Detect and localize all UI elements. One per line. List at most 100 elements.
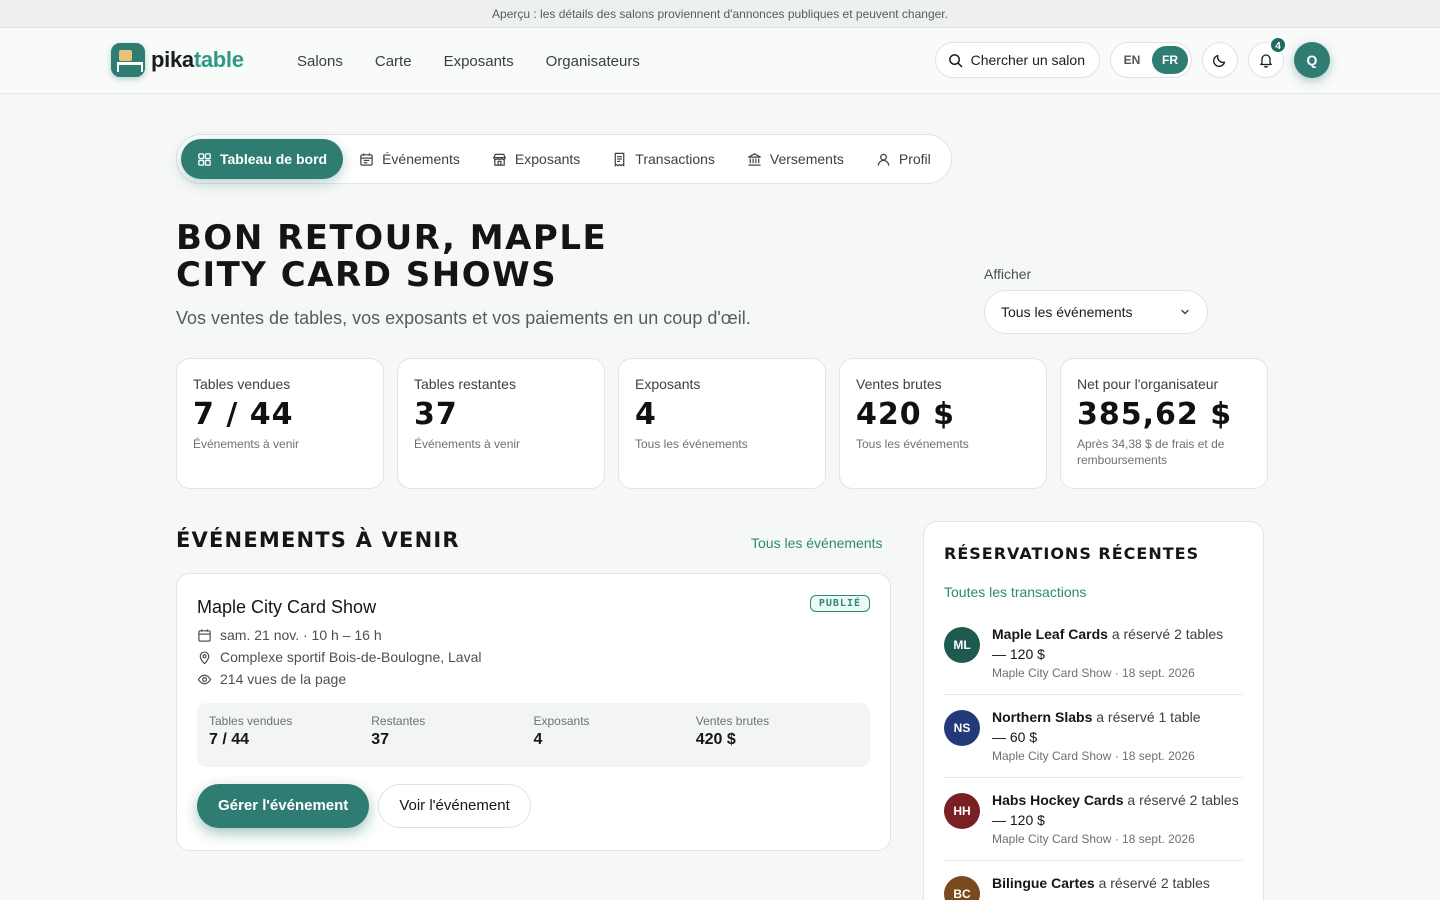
stat-label: Tables restantes xyxy=(414,376,516,392)
header-actions: Chercher un salon EN FR 4 Q xyxy=(934,36,1330,78)
stat-value: 385,62 $ xyxy=(1077,397,1233,432)
stat-label: Tables vendues xyxy=(193,376,291,392)
list-item[interactable]: NS Northern Slabs a réservé 1 table — 60 … xyxy=(944,695,1243,778)
page-title-line-1: BON RETOUR, MAPLE xyxy=(176,218,608,258)
tab-payouts[interactable]: Versements xyxy=(731,139,860,179)
notifications-button[interactable]: 4 xyxy=(1248,36,1287,78)
tab-transactions[interactable]: Transactions xyxy=(596,139,731,179)
list-item[interactable]: BC Bilingue Cartes a réservé 2 tables xyxy=(944,861,1243,900)
event-stat-gross-sales: Ventes brutes 420 $ xyxy=(696,714,858,756)
theme-toggle-button[interactable] xyxy=(1202,42,1238,78)
brand-logo[interactable]: pikatable xyxy=(111,43,244,77)
dashboard-icon xyxy=(197,152,212,167)
tab-profile[interactable]: Profil xyxy=(860,139,947,179)
top-navigation-bar: pikatable Salons Carte Exposants Organis… xyxy=(0,28,1440,94)
event-filter: Afficher Tous les événements xyxy=(984,266,1208,334)
stats-row: Tables vendues 7 / 44 Événements à venir… xyxy=(176,358,1268,489)
stat-subtext: Événements à venir xyxy=(193,437,300,451)
all-events-link[interactable]: Tous les événements xyxy=(751,535,883,551)
eye-icon xyxy=(197,672,212,687)
bank-icon xyxy=(747,152,762,167)
tab-events[interactable]: Événements xyxy=(343,139,476,179)
reservations-list: ML Maple Leaf Cards a réservé 2 tables — … xyxy=(944,616,1243,900)
reservation-text: Bilingue Cartes a réservé 2 tables xyxy=(992,875,1210,891)
avatar: ML xyxy=(944,627,980,663)
receipt-icon xyxy=(612,152,627,167)
event-title[interactable]: Maple City Card Show xyxy=(197,597,870,618)
preview-notice-banner: Aperçu : les détails des salons provienn… xyxy=(0,0,1440,28)
search-icon xyxy=(948,53,963,68)
calendar-icon xyxy=(359,152,374,167)
bell-icon xyxy=(1258,52,1274,68)
list-item[interactable]: ML Maple Leaf Cards a réservé 2 tables — … xyxy=(944,616,1243,695)
stat-label: Net pour l'organisateur xyxy=(1077,376,1219,392)
event-filter-label: Afficher xyxy=(984,266,1032,282)
tab-exhibitors[interactable]: Exposants xyxy=(476,139,596,179)
list-item[interactable]: HH Habs Hockey Cards a réservé 2 tables —… xyxy=(944,778,1243,861)
event-meta: sam. 21 nov. · 10 h – 16 h Complexe spor… xyxy=(197,624,870,690)
nav-link-organisateurs[interactable]: Organisateurs xyxy=(546,53,640,70)
event-stat-label: Ventes brutes xyxy=(695,714,770,728)
user-avatar-button[interactable]: Q xyxy=(1294,42,1330,78)
stat-value: 420 $ xyxy=(856,397,955,432)
stat-subtext: Tous les événements xyxy=(635,437,748,451)
reservation-meta: Maple City Card Show · 18 sept. 2026 xyxy=(992,749,1195,763)
event-actions: Gérer l'événement Voir l'événement xyxy=(197,784,870,828)
event-stat-label: Tables vendues xyxy=(209,714,293,728)
chevron-down-icon xyxy=(1179,306,1191,318)
event-card: Maple City Card Show PUBLIÉ sam. 21 nov.… xyxy=(176,573,891,851)
avatar: NS xyxy=(944,710,980,746)
event-stat-value: 420 $ xyxy=(695,731,736,748)
event-stat-tables-sold: Tables vendues 7 / 44 xyxy=(209,714,371,756)
reservation-text: Maple Leaf Cards a réservé 2 tables — 120… xyxy=(992,626,1224,662)
main-nav: Salons Carte Exposants Organisateurs xyxy=(297,28,640,94)
all-transactions-link[interactable]: Toutes les transactions xyxy=(944,584,1243,600)
nav-link-carte[interactable]: Carte xyxy=(375,53,412,70)
stat-value: 37 xyxy=(414,397,458,432)
event-stat-label: Restantes xyxy=(371,714,426,728)
tab-profile-label: Profil xyxy=(898,151,931,167)
stat-label: Exposants xyxy=(635,376,701,392)
moon-icon xyxy=(1212,52,1228,68)
nav-link-salons[interactable]: Salons xyxy=(297,53,343,70)
event-views: 214 vues de la page xyxy=(220,671,347,687)
stat-subtext: Tous les événements xyxy=(856,437,969,451)
stat-card-gross-sales: Ventes brutes 420 $ Tous les événements xyxy=(839,358,1047,489)
store-icon xyxy=(492,152,507,167)
notification-count-badge: 4 xyxy=(1269,36,1287,54)
page-subtitle: Vos ventes de tables, vos exposants et v… xyxy=(176,308,751,328)
event-location: Complexe sportif Bois-de-Boulogne, Laval xyxy=(220,649,482,665)
stat-label: Ventes brutes xyxy=(856,376,942,392)
stat-value: 7 / 44 xyxy=(193,397,294,432)
view-event-button[interactable]: Voir l'événement xyxy=(378,784,531,828)
lang-en-option[interactable]: EN xyxy=(1114,46,1150,74)
event-stat-value: 37 xyxy=(371,731,390,748)
event-stat-remaining: Restantes 37 xyxy=(371,714,533,756)
status-badge: PUBLIÉ xyxy=(809,595,870,612)
manage-event-button[interactable]: Gérer l'événement xyxy=(197,784,370,828)
recent-reservations-heading: RÉSERVATIONS RÉCENTES xyxy=(944,544,1200,563)
recent-reservations-card: RÉSERVATIONS RÉCENTES Toutes les transac… xyxy=(923,521,1264,900)
event-filter-value: Tous les événements xyxy=(1001,304,1133,320)
search-salon-button[interactable]: Chercher un salon xyxy=(934,42,1100,78)
tab-dashboard[interactable]: Tableau de bord xyxy=(181,139,344,179)
event-stat-value: 7 / 44 xyxy=(209,731,250,748)
event-location-row: Complexe sportif Bois-de-Boulogne, Laval xyxy=(197,646,870,668)
tab-payouts-label: Versements xyxy=(769,151,844,167)
brand-wordmark: pikatable xyxy=(151,47,244,72)
lang-fr-option[interactable]: FR xyxy=(1152,46,1188,74)
calendar-icon xyxy=(197,628,212,643)
event-filter-select[interactable]: Tous les événements xyxy=(984,290,1208,334)
event-date-row: sam. 21 nov. · 10 h – 16 h xyxy=(197,624,870,646)
stat-card-tables-sold: Tables vendues 7 / 44 Événements à venir xyxy=(176,358,384,489)
dashboard-tabs: Tableau de bord Événements Exposants Tra… xyxy=(176,134,952,184)
upcoming-events-heading: ÉVÉNEMENTS À VENIR xyxy=(176,528,460,552)
nav-link-exposants[interactable]: Exposants xyxy=(444,53,514,70)
stat-card-organizer-net: Net pour l'organisateur 385,62 $ Après 3… xyxy=(1060,358,1268,489)
welcome-hero: BON RETOUR, MAPLE CITY CARD SHOWS Vos ve… xyxy=(176,220,751,329)
page-title: BON RETOUR, MAPLE CITY CARD SHOWS xyxy=(176,220,751,294)
stat-value: 4 xyxy=(635,397,657,432)
event-views-row: 214 vues de la page xyxy=(197,668,870,690)
page-title-line-2: CITY CARD SHOWS xyxy=(176,255,558,295)
tab-transactions-label: Transactions xyxy=(635,151,715,167)
